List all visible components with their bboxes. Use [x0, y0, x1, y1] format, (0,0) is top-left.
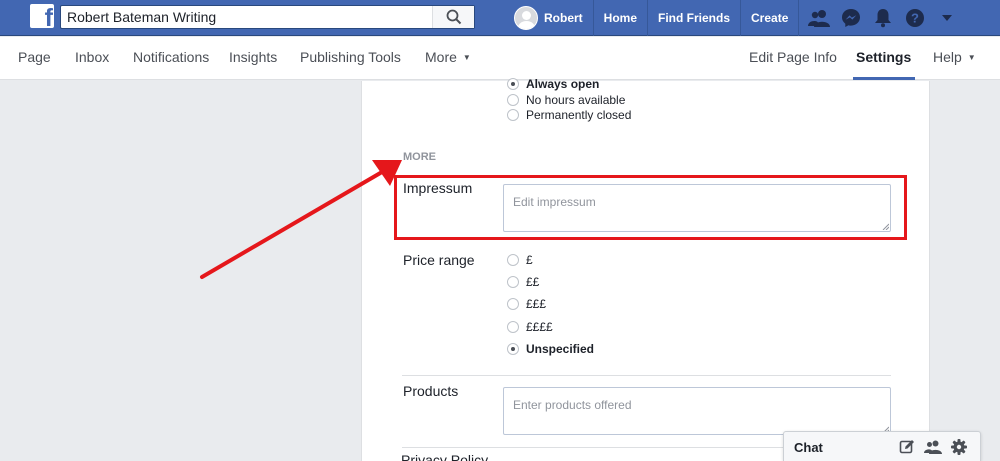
chat-label: Chat: [794, 440, 823, 455]
friends-icon: [924, 440, 942, 454]
gear-icon: [951, 439, 967, 455]
compose-icon: [899, 440, 914, 454]
annotation-arrow-icon: [200, 160, 402, 279]
compose-button[interactable]: [894, 438, 920, 456]
chat-bar[interactable]: Chat: [783, 431, 981, 461]
chat-settings-button[interactable]: [946, 438, 972, 456]
chat-friends-button[interactable]: [920, 438, 946, 456]
